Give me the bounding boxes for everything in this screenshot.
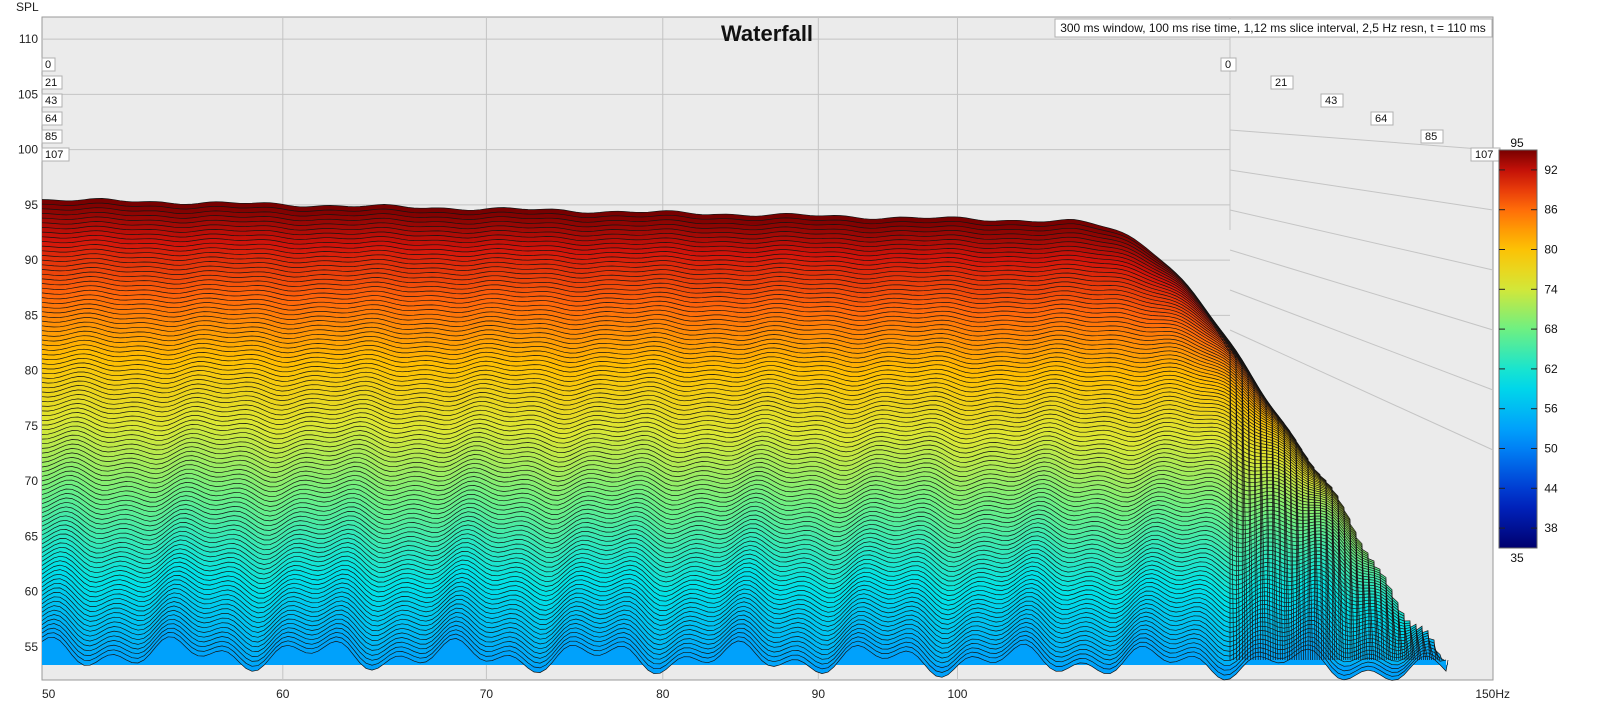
time-label: 85	[1425, 131, 1437, 143]
chart-title: Waterfall	[721, 21, 813, 46]
y-tick-label: 55	[25, 640, 39, 654]
colorbar-tick-label: 62	[1544, 362, 1558, 376]
y-tick-label: 80	[25, 364, 39, 378]
colorbar-tick-label: 80	[1544, 243, 1558, 257]
time-label: 64	[45, 113, 57, 125]
time-label: 64	[1375, 113, 1387, 125]
info-text: 300 ms window, 100 ms rise time, 1,12 ms…	[1060, 21, 1486, 35]
y-axis-label: SPL	[16, 0, 39, 14]
y-tick-label: 60	[25, 585, 39, 599]
x-tick-label: 100	[947, 687, 967, 701]
x-tick-label: 80	[656, 687, 670, 701]
y-tick-label: 75	[25, 419, 39, 433]
time-label: 107	[45, 149, 63, 161]
y-tick-label: 90	[25, 253, 39, 267]
time-label: 21	[45, 77, 57, 89]
colorbar-tick-label: 86	[1544, 203, 1558, 217]
y-tick-label: 110	[19, 32, 38, 46]
y-tick-label: 95	[25, 198, 39, 212]
colorbar-tick-label: 56	[1544, 402, 1558, 416]
y-tick-label: 70	[25, 474, 39, 488]
time-label: 0	[45, 59, 51, 71]
y-tick-label: 85	[25, 308, 39, 322]
x-tick-label: 70	[480, 687, 494, 701]
time-label: 107	[1475, 149, 1493, 161]
y-tick-label: 65	[25, 529, 39, 543]
x-tick-label: 50	[42, 687, 56, 701]
x-tick-label: 90	[812, 687, 826, 701]
x-tick-label: 60	[276, 687, 290, 701]
time-label: 43	[45, 95, 57, 107]
colorbar-tick-label: 92	[1544, 163, 1558, 177]
colorbar-min-label: 35	[1510, 551, 1524, 565]
x-axis: 50 60 70 80 90 100 150Hz	[42, 687, 1510, 701]
colorbar-tick-label: 44	[1544, 481, 1558, 495]
time-label: 21	[1275, 77, 1287, 89]
colorbar-tick-label: 38	[1544, 521, 1558, 535]
time-label: 43	[1325, 95, 1337, 107]
colorbar-tick-label: 74	[1544, 282, 1558, 296]
y-tick-label: 100	[18, 143, 38, 157]
time-label: 0	[1225, 59, 1231, 71]
colorbar-tick-label: 50	[1544, 442, 1558, 456]
colorbar-max-label: 95	[1510, 136, 1524, 150]
colorbar: 95 35 92 86 80 74 68 62 56 50 44 38	[1498, 136, 1558, 565]
time-label: 85	[45, 131, 57, 143]
x-tick-label: 150Hz	[1475, 687, 1510, 701]
waterfall-chart: 0 0 21 21 43 43 64 64 85 85 107 107 110 105 100 95 90 85…	[16, 0, 1558, 701]
colorbar-tick-label: 68	[1544, 322, 1558, 336]
y-axis: 110 105 100 95 90 85 80 75 70 65 60 55	[18, 32, 38, 654]
y-tick-label: 105	[18, 87, 38, 101]
